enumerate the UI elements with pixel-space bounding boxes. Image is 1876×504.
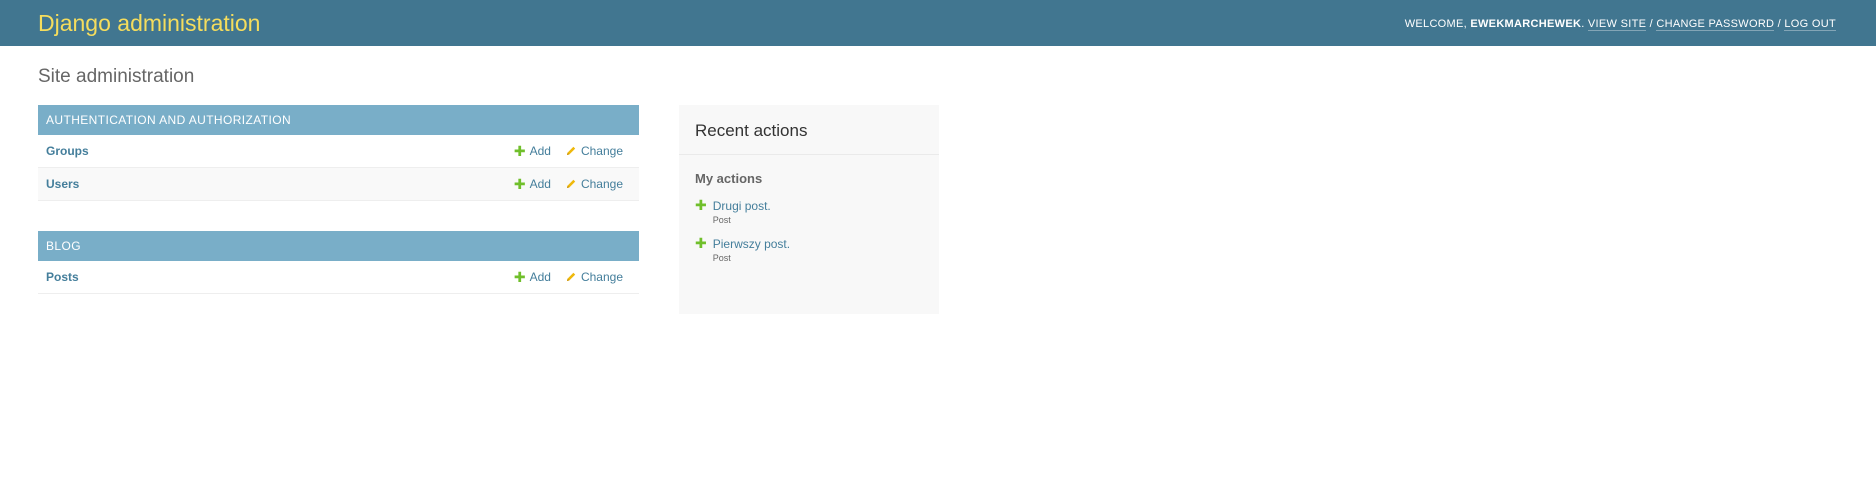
action-link-drugi-post[interactable]: Drugi post. — [713, 198, 771, 214]
pencil-icon — [566, 146, 576, 155]
action-details: Drugi post. Post — [713, 198, 771, 226]
add-icon: ✚ — [513, 143, 526, 159]
change-posts-button[interactable]: Change — [565, 270, 623, 284]
page-title: Site administration — [38, 66, 195, 87]
model-row-groups: Groups ✚ Add Change — [38, 135, 639, 168]
content: Site administration AUTHENTICATION AND A… — [0, 46, 1876, 324]
model-link-users[interactable]: Users — [46, 177, 500, 191]
pencil-icon — [566, 179, 576, 188]
welcome-text: WELCOME, — [1404, 18, 1467, 30]
add-icon: ✚ — [695, 197, 707, 213]
change-groups-button[interactable]: Change — [565, 144, 623, 158]
module-blog: BLOG Posts ✚ Add Change — [38, 231, 639, 294]
header: Django administration WELCOME, EWEKMARCH… — [0, 0, 1876, 46]
change-users-button[interactable]: Change — [565, 177, 623, 191]
model-link-groups[interactable]: Groups — [46, 144, 500, 158]
change-label: Change — [580, 270, 623, 284]
change-label: Change — [580, 177, 623, 191]
action-content-type: Post — [712, 253, 731, 263]
module-auth: AUTHENTICATION AND AUTHORIZATION Groups … — [38, 105, 639, 201]
module-caption-blog[interactable]: BLOG — [38, 231, 639, 261]
model-link-posts[interactable]: Posts — [46, 270, 500, 284]
add-icon: ✚ — [513, 176, 526, 192]
add-label: Add — [529, 270, 551, 284]
user-tools: WELCOME, EWEKMARCHEWEK. VIEW SITE / CHAN… — [1404, 18, 1836, 31]
change-label: Change — [580, 144, 623, 158]
model-row-users: Users ✚ Add Change — [38, 168, 639, 201]
add-label: Add — [529, 177, 551, 191]
change-password-link[interactable]: CHANGE PASSWORD — [1656, 18, 1775, 31]
action-item: ✚ Drugi post. Post — [695, 198, 923, 226]
action-content-type: Post — [712, 215, 731, 225]
action-list: ✚ Drugi post. Post ✚ Pierwszy post. Post — [679, 198, 939, 264]
log-out-link[interactable]: LOG OUT — [1784, 18, 1836, 31]
username: EWEKMARCHEWEK — [1470, 18, 1582, 30]
pencil-icon — [566, 272, 576, 281]
add-posts-button[interactable]: ✚ Add — [514, 270, 551, 284]
action-item: ✚ Pierwszy post. Post — [695, 236, 923, 264]
add-icon: ✚ — [695, 235, 707, 251]
add-label: Add — [529, 144, 551, 158]
add-icon: ✚ — [513, 269, 526, 285]
module-caption-auth[interactable]: AUTHENTICATION AND AUTHORIZATION — [38, 105, 639, 135]
action-details: Pierwszy post. Post — [713, 236, 790, 264]
add-users-button[interactable]: ✚ Add — [514, 177, 551, 191]
view-site-link[interactable]: VIEW SITE — [1587, 18, 1647, 31]
app-list: AUTHENTICATION AND AUTHORIZATION Groups … — [38, 105, 639, 324]
separator: / — [1649, 18, 1653, 30]
separator: / — [1777, 18, 1782, 30]
my-actions-title: My actions — [695, 171, 763, 186]
model-row-posts: Posts ✚ Add Change — [38, 261, 639, 294]
recent-actions-title: Recent actions — [679, 105, 939, 155]
site-branding[interactable]: Django administration — [38, 10, 260, 37]
recent-actions-panel: Recent actions My actions ✚ Drugi post. … — [679, 105, 939, 314]
content-layout: AUTHENTICATION AND AUTHORIZATION Groups … — [38, 105, 1838, 324]
add-groups-button[interactable]: ✚ Add — [514, 144, 551, 158]
action-link-pierwszy-post[interactable]: Pierwszy post. — [713, 236, 790, 252]
